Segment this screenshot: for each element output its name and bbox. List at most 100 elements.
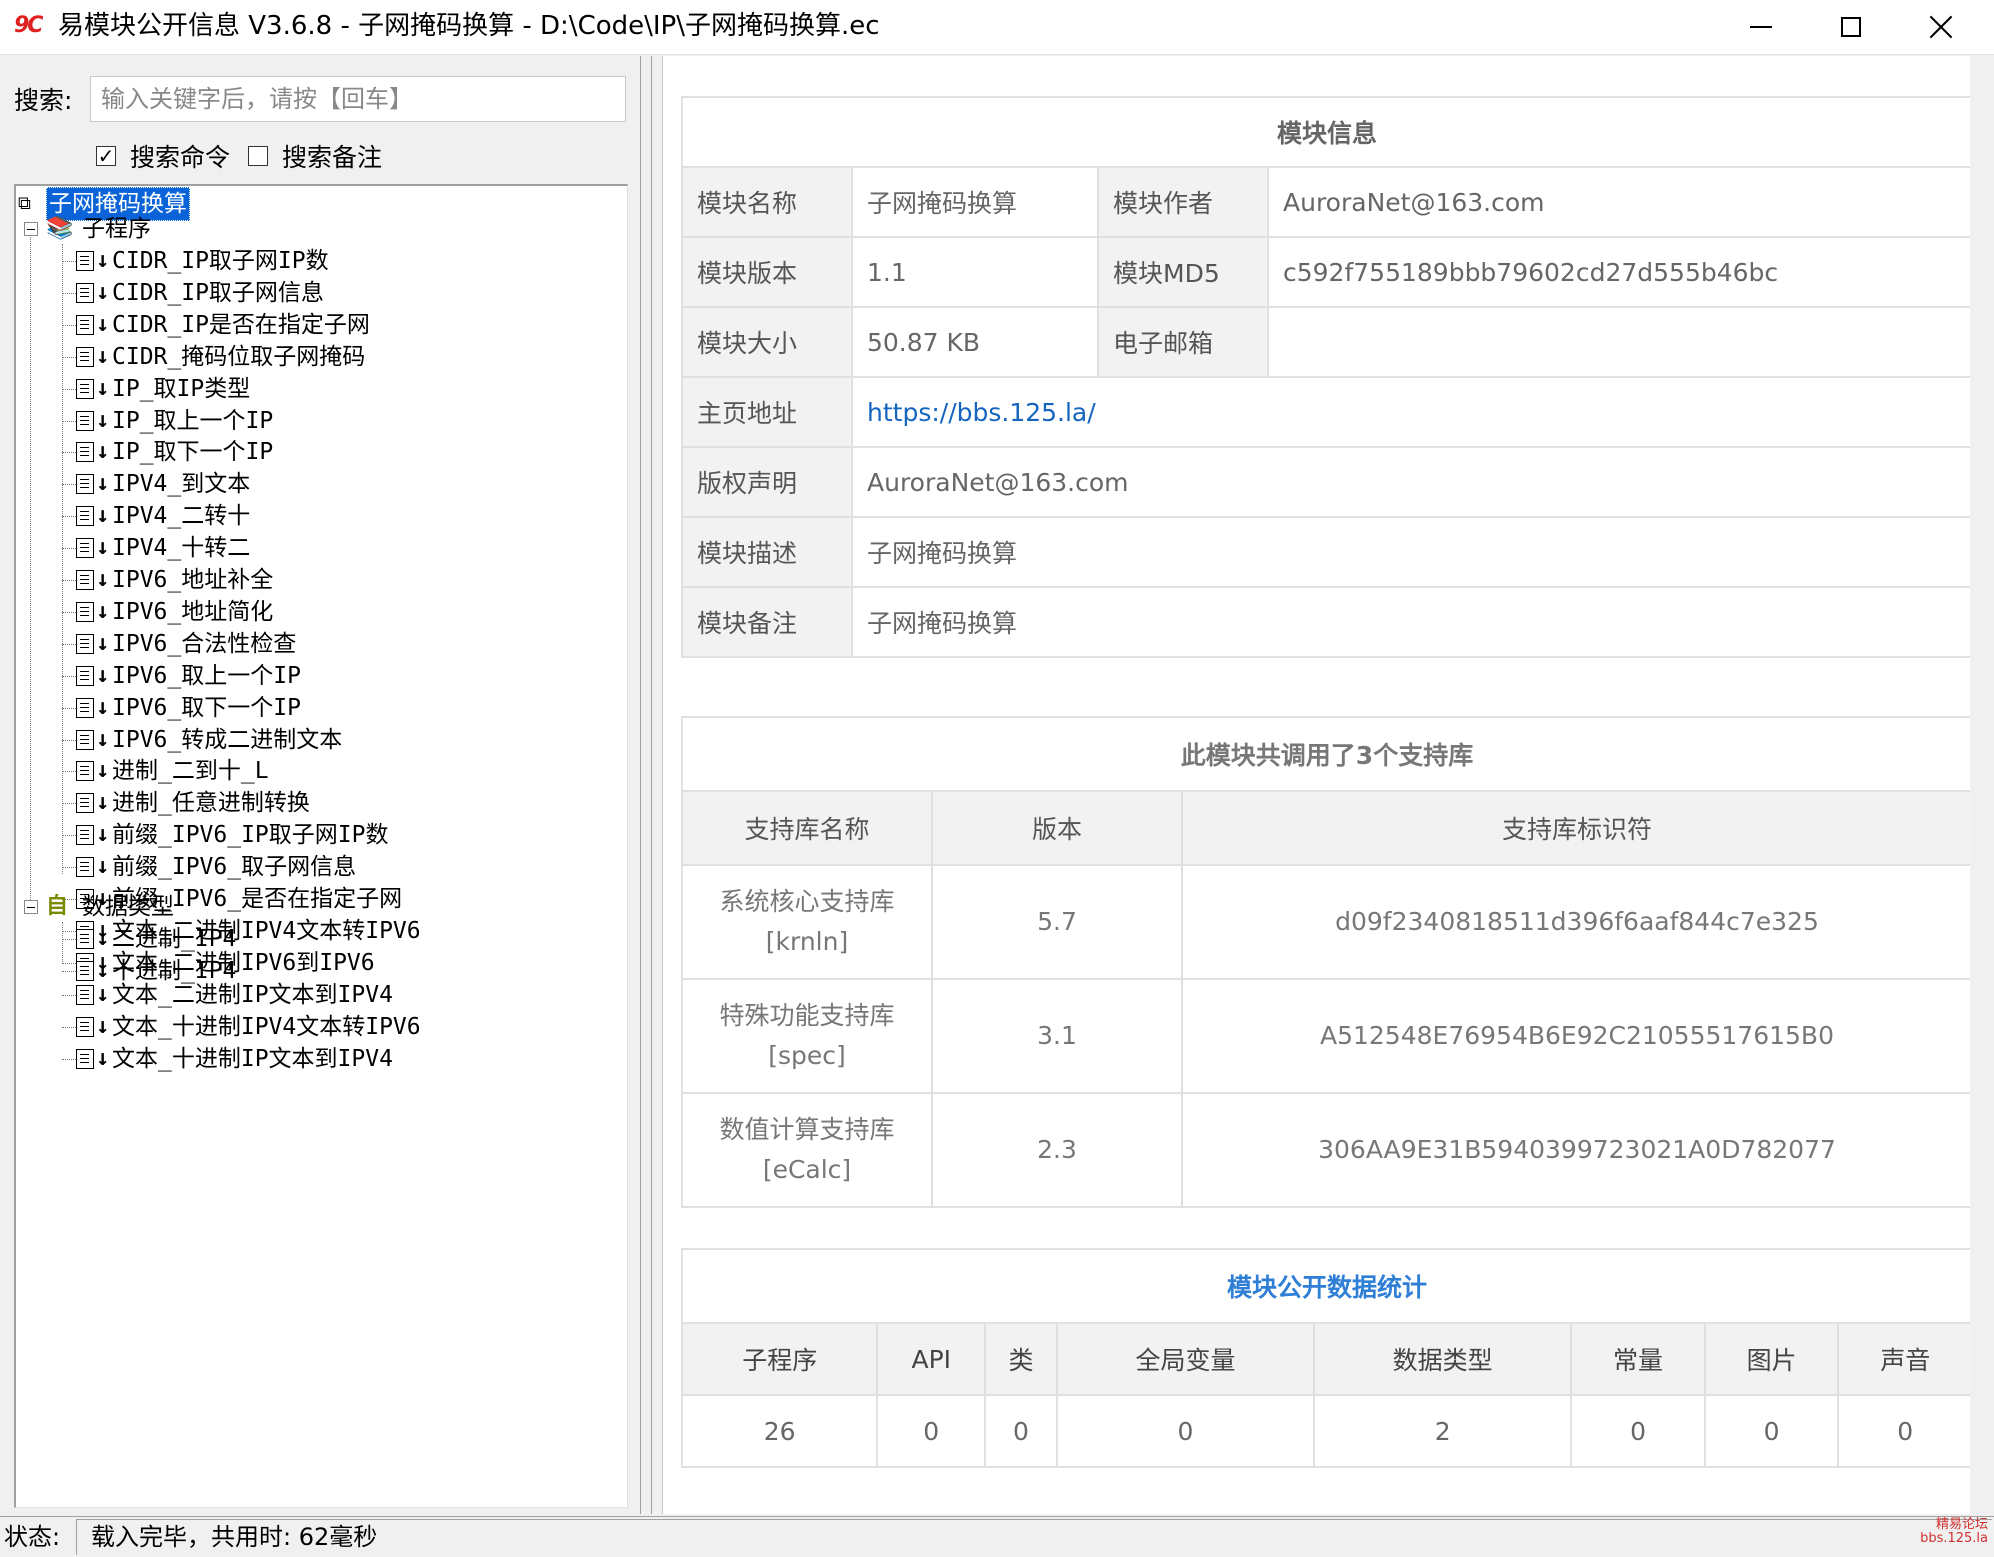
module-info-table: 模块信息 模块名称 子网掩码换算 模块作者 AuroraNet@163.com … [681,96,1973,658]
library-name: 数值计算支持库 [719,1115,895,1144]
minimize-button[interactable] [1716,0,1806,54]
column-header: 常量 [1570,1322,1706,1396]
forum-watermark: 精易论坛 bbs.125.la [1920,1518,1988,1546]
watermark-line: bbs.125.la [1920,1531,1988,1546]
tree-leaf[interactable]: ↓ IPV6_地址补全 [76,564,273,596]
search-input[interactable] [90,76,626,122]
tree-connector [62,420,76,422]
tree-node-subprograms[interactable]: 📚 子程序 [46,213,151,245]
status-bar: 状态: 载入完毕，共用时: 62毫秒 [0,1516,1994,1557]
document-icon [76,1016,94,1037]
tree-leaf[interactable]: ↓ 进制_任意进制转换 [76,787,310,819]
tree-connector [62,970,76,972]
arrow-down-icon: ↓ [96,854,110,880]
column-header: 全局变量 [1055,1322,1316,1396]
tree-leaf[interactable]: ↓ 文本_十进制IPV4文本转IPV6 [76,1011,421,1043]
search-commands-option[interactable]: ✓ 搜索命令 [96,140,230,172]
column-header: 版本 [931,790,1183,866]
tree-leaf[interactable]: ↓ IPV6_转成二进制文本 [76,724,342,756]
tree-leaf[interactable]: ↓ IPV6_合法性检查 [76,628,296,660]
search-notes-option[interactable]: 搜索备注 [248,140,382,172]
tree-leaf[interactable]: ↓ 二进制_IP4 [76,923,236,955]
library-id: 306AA9E31B5940399723021A0D782077 [1181,1092,1973,1208]
info-label: 模块描述 [681,516,853,588]
search-commands-checkbox[interactable]: ✓ [96,146,116,166]
tree-leaf-label: IPV6_转成二进制文本 [112,726,343,753]
vertical-scrollbar[interactable] [1970,56,1982,1514]
tree-leaf-label: 进制_二到十_L [112,758,269,785]
tree-leaf[interactable]: ↓ CIDR_IP取子网IP数 [76,245,329,277]
info-label: 电子邮箱 [1097,306,1269,378]
module-size-value: 50.87 KB [851,306,1099,378]
homepage-link[interactable]: https://bbs.125.la/ [867,398,1096,427]
document-icon [76,570,94,590]
tree-leaf[interactable]: ↓ 文本_十进制IP文本到IPV4 [76,1043,393,1075]
module-md5-value: c592f755189bbb79602cd27d555b46bc [1267,236,1973,308]
stats-table: 模块公开数据统计 子程序 API 类 全局变量 数据类型 常量 图片 声音 26… [680,1248,1973,1468]
tree-connector [62,707,76,709]
tree-node-label: 子程序 [82,216,151,242]
panel-splitter[interactable] [640,56,652,1514]
collapse-toggle[interactable] [24,222,38,236]
arrow-down-icon: ↓ [96,790,110,816]
subprogram-folder-icon: 📚 [46,216,74,241]
watermark-line: 精易论坛 [1935,1517,1988,1532]
document-icon [76,960,94,981]
app-logo-icon: 9C [14,13,43,38]
tree-leaf[interactable]: ↓ IPV4_十转二 [76,532,250,564]
tree-leaf[interactable]: ↓ 进制_二到十_L [76,755,269,787]
tree-leaf[interactable]: ↓ IP_取下一个IP [76,436,273,468]
tree-leaf[interactable]: ↓ IPV4_到文本 [76,468,250,500]
library-code: [eCalc] [762,1155,852,1184]
tree-leaf[interactable]: ↓ CIDR_掩码位取子网掩码 [76,341,365,373]
tree-connector [62,643,76,645]
tree-connector [62,324,76,326]
stat-value: 0 [1837,1394,1973,1468]
tree-leaf-label: CIDR_IP是否在指定子网 [112,311,370,338]
module-desc-value: 子网掩码换算 [851,516,1973,588]
library-version: 2.3 [931,1092,1183,1208]
info-label: 模块大小 [681,306,853,378]
stat-value: 0 [984,1394,1058,1468]
tree-connector [62,356,76,358]
library-name: 系统核心支持库 [719,887,895,916]
stats-title: 模块公开数据统计 [681,1248,1973,1324]
tree-connector [62,452,76,454]
arrow-down-icon: ↓ [96,1013,110,1039]
tree-leaf-label: CIDR_掩码位取子网掩码 [112,343,366,370]
search-notes-checkbox[interactable] [248,146,268,166]
tree-leaf[interactable]: ↓ CIDR_IP是否在指定子网 [76,309,370,341]
arrow-down-icon: ↓ [96,503,110,529]
tree-leaf[interactable]: ↓ IPV6_取上一个IP [76,660,301,692]
tree-leaf[interactable]: ↓ 十进制_IP4 [76,955,236,987]
tree-leaf[interactable]: ↓ IPV4_二转十 [76,500,250,532]
arrow-down-icon: ↓ [96,630,110,656]
document-icon [76,506,94,527]
tree-leaf[interactable]: ↓ 前缀_IPV6_IP取子网IP数 [76,819,388,851]
tree-leaf[interactable]: ↓ IPV6_地址简化 [76,596,273,628]
collapse-toggle[interactable] [24,900,38,914]
arrow-down-icon: ↓ [96,343,110,369]
tree-connector [62,771,76,773]
document-icon [76,633,94,654]
module-info-title: 模块信息 [681,96,1973,168]
document-icon [76,474,94,495]
document-icon [76,825,94,846]
close-button[interactable] [1896,0,1986,54]
tree-leaf[interactable]: ↓ IP_取上一个IP [76,405,273,437]
document-icon [76,793,94,814]
document-icon [76,314,94,335]
details-pane: 模块信息 模块名称 子网掩码换算 模块作者 AuroraNet@163.com … [662,56,1982,1514]
info-label: 模块作者 [1097,166,1269,238]
document-icon [76,601,94,622]
maximize-button[interactable] [1806,0,1896,54]
tree-leaf[interactable]: ↓ IP_取IP类型 [76,373,250,405]
tree-node-datatypes[interactable]: 自 数据类型 [46,891,174,923]
tree-connector [62,1026,76,1028]
tree-leaf[interactable]: ↓ IPV6_取下一个IP [76,692,301,724]
tree-leaf[interactable]: ↓ CIDR_IP取子网信息 [76,277,324,309]
document-icon [76,1048,94,1069]
module-tree[interactable]: ⧉ 子网掩码换算 📚 子程序 ↓ CIDR_IP取子网IP数 ↓ CIDR_IP取子网… [14,184,628,1508]
tree-leaf[interactable]: ↓ 前缀_IPV6_取子网信息 [76,851,356,883]
tree-connector [62,484,76,486]
